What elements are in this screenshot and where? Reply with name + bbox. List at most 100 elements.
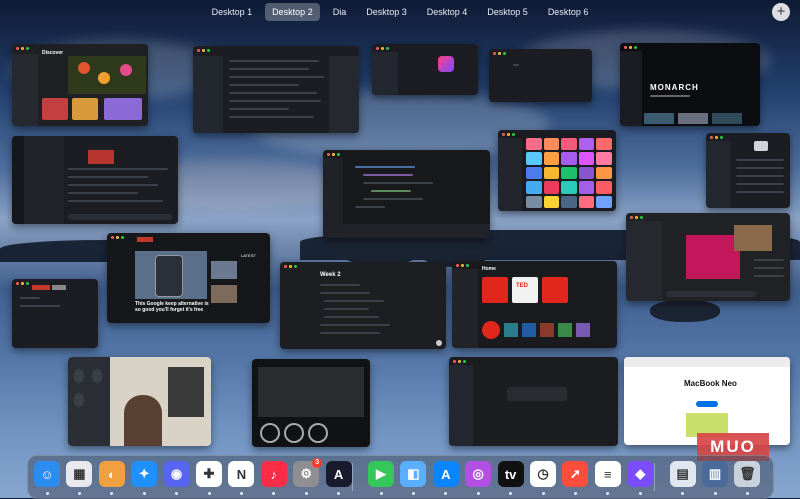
tile[interactable] bbox=[543, 181, 560, 194]
running-indicator bbox=[411, 492, 415, 495]
window-code-editor[interactable] bbox=[323, 150, 490, 238]
window-small-left[interactable] bbox=[12, 279, 98, 348]
app-store-icon[interactable]: A bbox=[432, 461, 459, 487]
notion-icon[interactable]: N bbox=[228, 461, 255, 487]
tile[interactable] bbox=[578, 181, 595, 194]
window-apple-tv[interactable]: MONARCH bbox=[620, 43, 760, 126]
window-browser-article[interactable]: This Google keep alternative is so good … bbox=[107, 233, 270, 323]
space-desktop-5[interactable]: Desktop 5 bbox=[480, 3, 535, 21]
window-discover[interactable]: Discover bbox=[12, 44, 148, 126]
window-world-clock[interactable] bbox=[252, 359, 370, 447]
tile[interactable] bbox=[596, 152, 612, 165]
trash-icon[interactable]: 🗑 bbox=[734, 461, 761, 487]
tile[interactable] bbox=[561, 166, 577, 180]
system-settings-icon[interactable]: ⚙ 3 bbox=[293, 458, 323, 487]
discover-card-3[interactable] bbox=[104, 98, 142, 120]
tile[interactable] bbox=[578, 138, 595, 151]
space-desktop-4[interactable]: Desktop 4 bbox=[420, 3, 475, 21]
clock-icon[interactable]: ◷ bbox=[530, 461, 556, 487]
preview-icon[interactable]: ◐ bbox=[98, 461, 125, 487]
safari-glyph: ✦ bbox=[138, 466, 150, 481]
tile[interactable] bbox=[578, 166, 595, 180]
discover-card-2[interactable] bbox=[72, 98, 98, 120]
podcasts-icon[interactable]: ◎ bbox=[465, 461, 492, 487]
discord-glyph: ◉ bbox=[170, 466, 183, 481]
space-desktop-3[interactable]: Desktop 3 bbox=[359, 3, 414, 21]
tile[interactable] bbox=[578, 195, 595, 208]
window-notes[interactable]: Week 2 bbox=[280, 262, 446, 349]
window-system-settings[interactable] bbox=[706, 133, 790, 208]
tile[interactable] bbox=[526, 181, 542, 194]
tile[interactable] bbox=[578, 152, 595, 165]
finder-alt-icon[interactable]: ◧ bbox=[400, 461, 427, 487]
launchpad-icon[interactable]: ▦ bbox=[66, 461, 93, 487]
clock-2 bbox=[284, 423, 304, 443]
window-safari[interactable]: MacBook Neo bbox=[624, 357, 790, 445]
window-shortcuts-grid[interactable] bbox=[498, 130, 616, 211]
flower-1 bbox=[78, 62, 90, 74]
tile[interactable] bbox=[543, 152, 560, 165]
app-store-glyph: A bbox=[441, 466, 451, 482]
reminders-glyph: ≡ bbox=[604, 466, 612, 482]
tile[interactable] bbox=[596, 138, 612, 151]
window-small-panel[interactable] bbox=[489, 49, 592, 102]
discord-icon[interactable]: ◉ bbox=[163, 461, 190, 487]
window-podcasts[interactable]: Home TED bbox=[452, 261, 617, 348]
tile[interactable] bbox=[561, 152, 577, 165]
running-indicator bbox=[444, 492, 448, 495]
buy-button[interactable] bbox=[696, 401, 718, 407]
tile[interactable] bbox=[596, 166, 612, 180]
finder-icon[interactable]: ☺ bbox=[34, 461, 60, 487]
music-icon[interactable]: ♪ bbox=[260, 461, 287, 487]
article-headline[interactable]: This Google keep alternative is so good … bbox=[135, 301, 211, 313]
flower-3 bbox=[120, 64, 132, 76]
finder-glyph: ☺ bbox=[40, 466, 54, 482]
tile[interactable] bbox=[596, 181, 612, 194]
tile[interactable] bbox=[596, 195, 612, 208]
dock-separator bbox=[352, 463, 353, 491]
window-facetime[interactable] bbox=[626, 213, 790, 301]
discover-card-1[interactable] bbox=[42, 98, 68, 120]
window-discord[interactable] bbox=[12, 136, 178, 224]
tile[interactable] bbox=[543, 166, 560, 180]
apple-tv-icon[interactable]: tv bbox=[497, 461, 524, 487]
shortcuts-icon[interactable]: ◆ bbox=[627, 461, 654, 487]
tile[interactable] bbox=[526, 138, 542, 151]
launchpad-glyph: ▦ bbox=[73, 466, 86, 481]
rocket-icon[interactable]: ➚ bbox=[562, 461, 589, 487]
space-desktop-2[interactable]: Desktop 2 bbox=[265, 3, 320, 21]
tile[interactable] bbox=[561, 181, 577, 194]
facetime-icon[interactable]: ▶ bbox=[368, 461, 394, 487]
shortcut-tiles bbox=[526, 138, 612, 208]
space-desktop-1[interactable]: Desktop 1 bbox=[205, 3, 260, 21]
window-webcam[interactable] bbox=[68, 357, 211, 446]
window-shortcuts[interactable] bbox=[372, 44, 478, 95]
tile[interactable] bbox=[561, 138, 577, 151]
tile[interactable] bbox=[526, 195, 542, 208]
rocket-glyph: ➚ bbox=[569, 466, 581, 481]
arc-browser-icon[interactable]: A bbox=[325, 461, 352, 487]
slack-icon[interactable]: ✚ bbox=[196, 461, 222, 487]
podcasts-glyph: ◎ bbox=[472, 466, 484, 481]
dock-separator bbox=[653, 463, 655, 491]
space-desktop-6[interactable]: Desktop 6 bbox=[541, 3, 596, 21]
folder-stack-icon[interactable]: ▥ bbox=[702, 461, 728, 487]
podcasts-title: Home bbox=[482, 266, 496, 272]
slack-glyph: ✚ bbox=[203, 466, 215, 481]
space-dia[interactable]: Dia bbox=[326, 3, 354, 21]
tile[interactable] bbox=[526, 152, 542, 165]
add-space-button[interactable]: + bbox=[772, 3, 790, 21]
reminders-icon[interactable]: ≡ bbox=[594, 461, 621, 487]
tile[interactable] bbox=[526, 166, 542, 180]
latest-badge: LATEST bbox=[241, 253, 256, 258]
downloads-stack-icon[interactable]: ▤ bbox=[669, 461, 696, 487]
notification-badge: 3 bbox=[312, 458, 323, 468]
tile[interactable] bbox=[543, 138, 560, 151]
tile[interactable] bbox=[543, 195, 560, 208]
tv-headline: MONARCH bbox=[650, 83, 699, 92]
safari-icon[interactable]: ✦ bbox=[131, 461, 158, 487]
tile[interactable] bbox=[561, 195, 577, 208]
running-indicator bbox=[110, 492, 114, 495]
window-file-browser[interactable] bbox=[193, 46, 359, 133]
window-empty-app[interactable] bbox=[449, 357, 618, 446]
